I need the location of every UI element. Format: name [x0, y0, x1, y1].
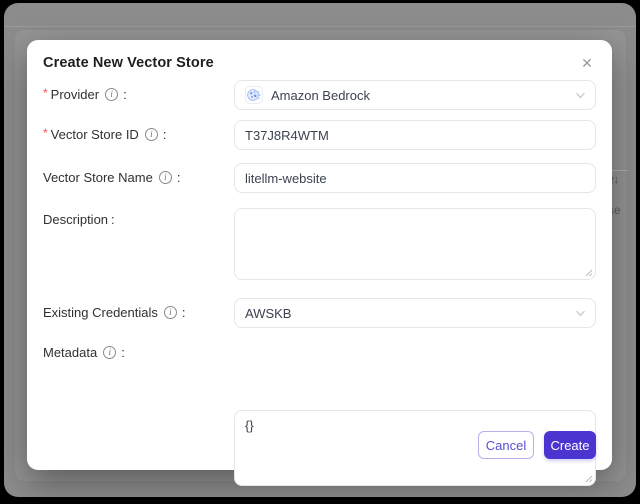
cancel-button[interactable]: Cancel: [478, 431, 534, 459]
existing-credentials-label: Existing Credentials i :: [43, 305, 186, 320]
provider-select-value: Amazon Bedrock: [271, 87, 370, 103]
info-icon[interactable]: i: [158, 171, 172, 184]
description-textarea[interactable]: [234, 208, 596, 280]
chevron-down-icon: [576, 310, 585, 317]
vector-store-id-wrap: [234, 120, 596, 150]
provider-select-wrap: Amazon Bedrock: [234, 80, 596, 110]
info-icon[interactable]: i: [144, 128, 158, 141]
background-header-divider: [4, 26, 636, 27]
info-icon[interactable]: i: [103, 346, 117, 359]
vector-store-name-wrap: [234, 163, 596, 193]
close-icon[interactable]: ✕: [577, 53, 597, 73]
modal-title: Create New Vector Store: [43, 55, 214, 71]
description-wrap: [234, 208, 596, 280]
create-button[interactable]: Create: [544, 431, 596, 459]
required-marker: *: [43, 125, 48, 140]
chevron-down-icon: [576, 92, 585, 99]
vector-store-id-label: * Vector Store ID i :: [43, 125, 167, 143]
vector-store-id-label-text: Vector Store ID: [50, 127, 139, 142]
vector-store-name-label: Vector Store Name i :: [43, 170, 180, 185]
label-colon: :: [123, 87, 127, 102]
info-icon[interactable]: i: [163, 306, 177, 319]
metadata-wrap: {}: [234, 410, 596, 486]
info-icon[interactable]: i: [105, 88, 119, 101]
metadata-textarea[interactable]: {}: [234, 410, 596, 486]
metadata-label: Metadata i :: [43, 345, 125, 360]
screen: ↑↓ se Create New Vector Store ✕ * Provid…: [0, 0, 640, 504]
existing-credentials-wrap: AWSKB: [234, 298, 596, 328]
required-marker: *: [43, 85, 48, 100]
vector-store-id-input[interactable]: [234, 120, 596, 150]
existing-credentials-value: AWSKB: [245, 305, 292, 321]
label-colon: :: [181, 305, 186, 320]
label-colon: :: [121, 345, 125, 360]
provider-label-text: Provider: [50, 87, 100, 102]
description-label: Description :: [43, 212, 115, 227]
vector-store-name-input[interactable]: [234, 163, 596, 193]
label-colon: :: [176, 170, 181, 185]
existing-credentials-select[interactable]: AWSKB: [234, 298, 596, 328]
vector-store-name-label-text: Vector Store Name: [43, 170, 153, 185]
create-vector-store-modal: Create New Vector Store ✕ * Provider i :: [27, 40, 612, 486]
provider-select[interactable]: Amazon Bedrock: [234, 80, 596, 110]
provider-label: * Provider i :: [43, 85, 127, 103]
description-label-text: Description: [43, 212, 109, 227]
label-colon: :: [162, 127, 167, 142]
existing-credentials-label-text: Existing Credentials: [43, 305, 158, 320]
amazon-bedrock-icon: [245, 86, 263, 104]
label-colon: :: [111, 212, 115, 227]
metadata-label-text: Metadata: [43, 345, 98, 360]
